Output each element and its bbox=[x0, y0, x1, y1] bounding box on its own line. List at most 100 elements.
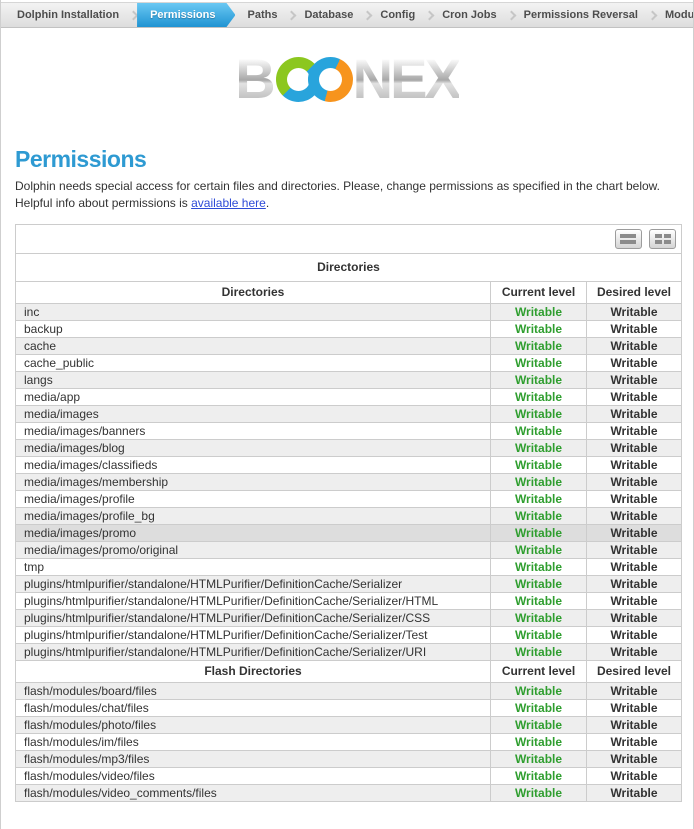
directory-path-cell: cache_public bbox=[16, 354, 491, 371]
permissions-table: Directories DirectoriesCurrent level Desi… bbox=[15, 224, 682, 802]
desired-level-cell: Writable bbox=[587, 558, 682, 575]
table-row: flash/modules/im/filesWritableWritable bbox=[16, 733, 682, 750]
desired-level-cell: Writable bbox=[587, 524, 682, 541]
directory-path-cell: plugins/htmlpurifier/standalone/HTMLPuri… bbox=[16, 643, 491, 660]
intro-line1: Dolphin needs special access for certain… bbox=[15, 179, 660, 193]
current-level-cell: Writable bbox=[491, 337, 587, 354]
table-row: cache_publicWritableWritable bbox=[16, 354, 682, 371]
directory-path-cell: media/images/promo/original bbox=[16, 541, 491, 558]
step-tab-database[interactable]: Database bbox=[292, 3, 365, 27]
current-level-cell: Writable bbox=[491, 507, 587, 524]
table-row: media/images/promo/originalWritableWrita… bbox=[16, 541, 682, 558]
directory-path-cell: flash/modules/photo/files bbox=[16, 716, 491, 733]
desired-level-cell: Writable bbox=[587, 733, 682, 750]
desired-level-cell: Writable bbox=[587, 699, 682, 716]
current-level-cell: Writable bbox=[491, 320, 587, 337]
grid-view-button[interactable] bbox=[649, 229, 676, 249]
table-row: flash/modules/mp3/filesWritableWritable bbox=[16, 750, 682, 767]
current-level-cell: Writable bbox=[491, 592, 587, 609]
table-row: media/images/membershipWritableWritable bbox=[16, 473, 682, 490]
table-row: plugins/htmlpurifier/standalone/HTMLPuri… bbox=[16, 592, 682, 609]
logo-ring-hole bbox=[287, 68, 310, 91]
table-row: flash/modules/video_comments/filesWritab… bbox=[16, 784, 682, 801]
step-tab-modules[interactable]: Modules bbox=[653, 3, 693, 27]
current-level-cell: Writable bbox=[491, 490, 587, 507]
desired-level-cell: Writable bbox=[587, 750, 682, 767]
directory-path-cell: media/images bbox=[16, 405, 491, 422]
desired-level-cell: Writable bbox=[587, 405, 682, 422]
desired-level-header: Desired level bbox=[587, 660, 682, 682]
step-tab-dolphin-installation[interactable]: Dolphin Installation bbox=[5, 3, 131, 27]
available-here-link[interactable]: available here bbox=[191, 196, 266, 210]
desired-level-cell: Writable bbox=[587, 320, 682, 337]
intro-line2-prefix: Helpful info about permissions is bbox=[15, 196, 191, 210]
desired-level-cell: Writable bbox=[587, 716, 682, 733]
view-toolbar-cell bbox=[16, 224, 682, 253]
page-title: Permissions bbox=[15, 146, 693, 173]
table-row: media/imagesWritableWritable bbox=[16, 405, 682, 422]
directory-path-cell: inc bbox=[16, 303, 491, 320]
step-tab-cron-jobs[interactable]: Cron Jobs bbox=[430, 3, 508, 27]
desired-level-cell: Writable bbox=[587, 490, 682, 507]
directory-path-cell: media/images/profile_bg bbox=[16, 507, 491, 524]
desired-level-cell: Writable bbox=[587, 643, 682, 660]
section-title-cell: Flash Directories bbox=[16, 660, 491, 682]
section-title-cell: Directories bbox=[16, 281, 491, 303]
table-row: media/images/blogWritableWritable bbox=[16, 439, 682, 456]
step-tab-paths[interactable]: Paths bbox=[235, 3, 289, 27]
install-steps-nav: Dolphin InstallationPermissionsPathsData… bbox=[1, 2, 693, 28]
directory-path-cell: flash/modules/chat/files bbox=[16, 699, 491, 716]
desired-level-cell: Writable bbox=[587, 303, 682, 320]
current-level-cell: Writable bbox=[491, 371, 587, 388]
desired-level-cell: Writable bbox=[587, 626, 682, 643]
logo-letter-b: B bbox=[235, 51, 272, 107]
table-row: media/images/profileWritableWritable bbox=[16, 490, 682, 507]
directory-path-cell: langs bbox=[16, 371, 491, 388]
current-level-cell: Writable bbox=[491, 473, 587, 490]
current-level-cell: Writable bbox=[491, 609, 587, 626]
list-view-button[interactable] bbox=[615, 229, 642, 249]
current-level-cell: Writable bbox=[491, 558, 587, 575]
logo-letters-nex: NEX bbox=[353, 51, 459, 107]
current-level-cell: Writable bbox=[491, 439, 587, 456]
directory-path-cell: media/app bbox=[16, 388, 491, 405]
step-tab-permissions[interactable]: Permissions bbox=[137, 3, 235, 27]
intro-suffix: . bbox=[266, 196, 269, 210]
current-level-header: Current level bbox=[491, 281, 587, 303]
desired-level-cell: Writable bbox=[587, 371, 682, 388]
current-level-cell: Writable bbox=[491, 456, 587, 473]
directory-path-cell: media/images/promo bbox=[16, 524, 491, 541]
current-level-cell: Writable bbox=[491, 541, 587, 558]
list-view-icon bbox=[620, 234, 636, 244]
directory-path-cell: tmp bbox=[16, 558, 491, 575]
desired-level-cell: Writable bbox=[587, 767, 682, 784]
current-level-cell: Writable bbox=[491, 405, 587, 422]
table-row: media/images/promoWritableWritable bbox=[16, 524, 682, 541]
current-level-cell: Writable bbox=[491, 716, 587, 733]
table-row: media/appWritableWritable bbox=[16, 388, 682, 405]
desired-level-cell: Writable bbox=[587, 337, 682, 354]
current-level-cell: Writable bbox=[491, 767, 587, 784]
table-caption: Directories bbox=[16, 253, 682, 281]
desired-level-cell: Writable bbox=[587, 784, 682, 801]
current-level-cell: Writable bbox=[491, 388, 587, 405]
current-level-cell: Writable bbox=[491, 354, 587, 371]
step-tab-config[interactable]: Config bbox=[368, 3, 427, 27]
logo-ring-blue-orange-icon bbox=[308, 57, 353, 102]
table-row: plugins/htmlpurifier/standalone/HTMLPuri… bbox=[16, 609, 682, 626]
table-body: DirectoriesCurrent level Desired level inc… bbox=[16, 281, 682, 801]
table-row: plugins/htmlpurifier/standalone/HTMLPuri… bbox=[16, 575, 682, 592]
table-row: incWritableWritable bbox=[16, 303, 682, 320]
current-level-cell: Writable bbox=[491, 699, 587, 716]
table-row: cacheWritableWritable bbox=[16, 337, 682, 354]
step-tab-permissions-reversal[interactable]: Permissions Reversal bbox=[512, 3, 650, 27]
directory-path-cell: flash/modules/im/files bbox=[16, 733, 491, 750]
directory-path-cell: media/images/membership bbox=[16, 473, 491, 490]
section-header-row: Flash DirectoriesCurrent levelDesired le… bbox=[16, 660, 682, 682]
intro-text: Dolphin needs special access for certain… bbox=[15, 178, 679, 212]
current-level-cell: Writable bbox=[491, 682, 587, 699]
directory-path-cell: media/images/profile bbox=[16, 490, 491, 507]
directory-path-cell: plugins/htmlpurifier/standalone/HTMLPuri… bbox=[16, 575, 491, 592]
permissions-table-wrap: Directories DirectoriesCurrent level Desi… bbox=[15, 224, 679, 802]
table-row: media/images/classifiedsWritableWritable bbox=[16, 456, 682, 473]
